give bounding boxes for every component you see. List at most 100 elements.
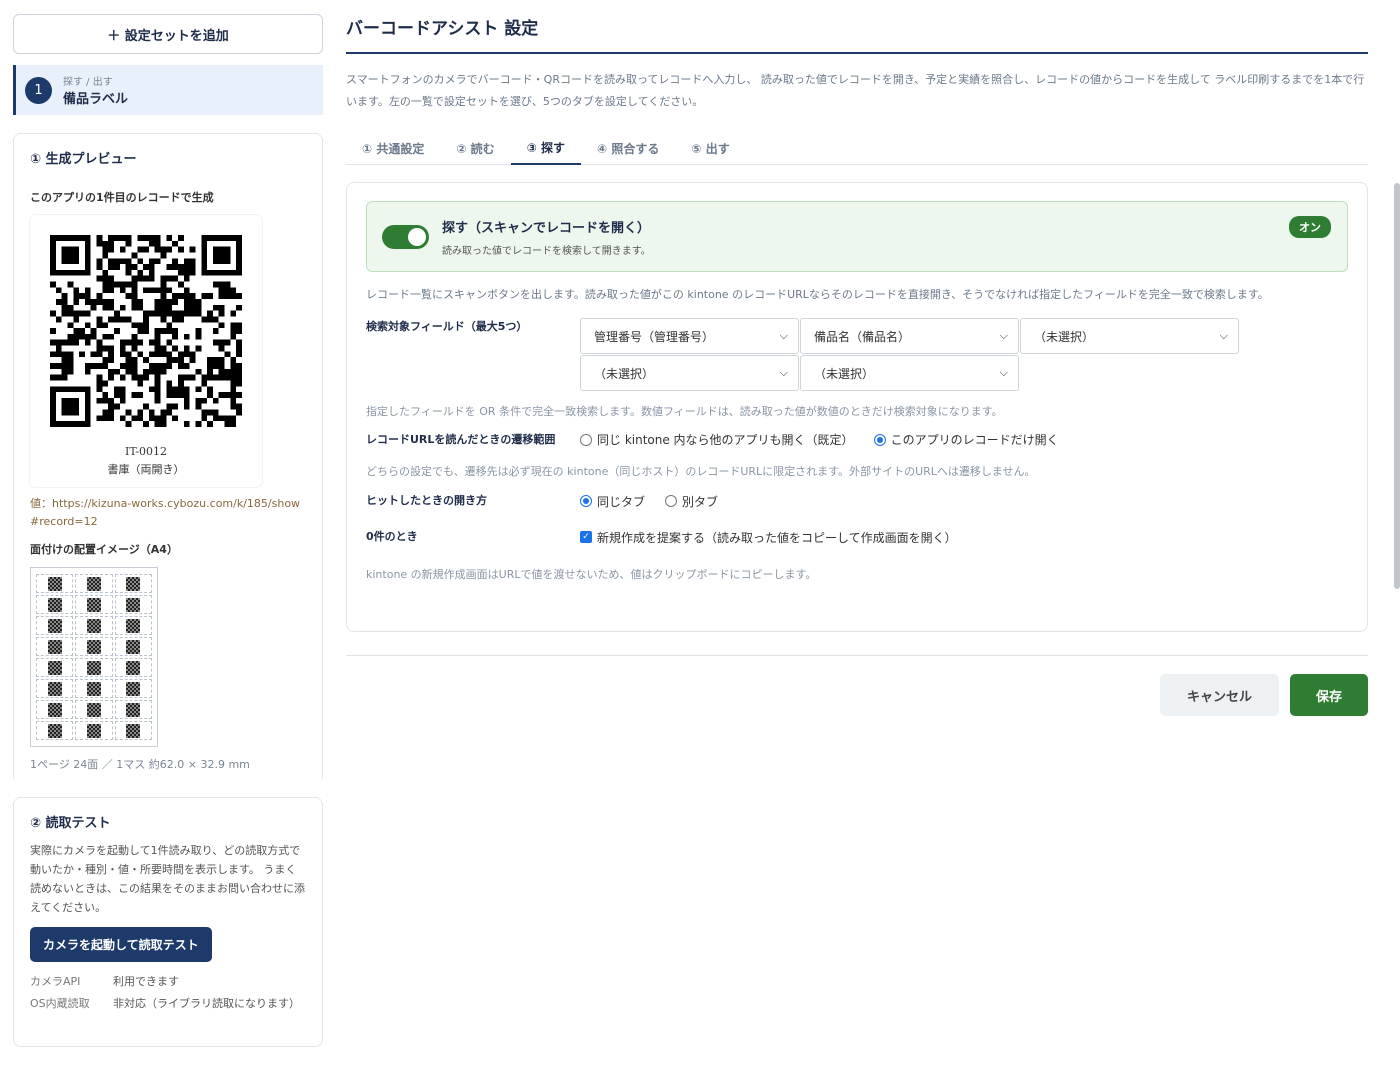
set-item-1[interactable]: 1 探す / 出す 備品ラベル — [13, 65, 323, 115]
sheet-cell — [114, 658, 152, 677]
preview-source-label: このアプリの1件目のレコードで生成 — [30, 191, 214, 204]
search-field-selects: 管理番号（管理番号） ⌵ 備品名（備品名） ⌵ （未選択） ⌵ （未選択） ⌵ （未選択… — [580, 318, 1240, 391]
chevron-down-icon: ⌵ — [779, 366, 788, 379]
sheet-cell — [36, 679, 74, 698]
sheet-cell — [36, 574, 74, 593]
search-field-select-1[interactable]: 管理番号（管理番号） ⌵ — [580, 318, 799, 354]
save-button[interactable]: 保存 — [1290, 674, 1368, 716]
radio-button[interactable] — [580, 495, 592, 507]
select-value: 備品名（備品名） — [814, 329, 911, 344]
mini-qr-icon — [86, 576, 101, 591]
mini-qr-icon — [47, 723, 62, 738]
radio-label: 同じ kintone 内なら他のアプリも開く（既定） — [597, 433, 854, 447]
sheet-cell — [114, 595, 152, 614]
sheet-cell — [75, 637, 113, 656]
checkbox-label: 新規作成を提案する（読み取った値をコピーして作成画面を開く） — [597, 530, 957, 545]
toggle-knob — [408, 227, 426, 246]
url-scope-option-all[interactable]: 同じ kintone 内なら他のアプリも開く（既定） — [580, 431, 854, 448]
set-sub-label: 探す / 出す — [63, 77, 113, 88]
sheet-cell — [75, 658, 113, 677]
qr-item-name: 書庫（両開き） — [107, 463, 185, 476]
sheet-cell — [114, 637, 152, 656]
open-mode-new-tab[interactable]: 別タブ — [665, 493, 718, 510]
radio-label: このアプリのレコードだけ開く — [890, 433, 1059, 447]
feature-sub: 読み取った値でレコードを検索して開きます。 — [442, 245, 651, 257]
sheet-cell — [36, 658, 74, 677]
search-field-select-3[interactable]: （未選択） ⌵ — [1020, 318, 1239, 354]
select-value: （未選択） — [1034, 329, 1095, 344]
sheet-cell — [75, 721, 113, 740]
sheet-cell — [75, 700, 113, 719]
mini-qr-icon — [126, 597, 141, 612]
check-icon[interactable]: ✓ — [580, 531, 592, 543]
set-number: 1 — [25, 76, 52, 104]
mini-qr-icon — [47, 681, 62, 696]
open-mode-label: ヒットしたときの開き方 — [366, 494, 487, 507]
mini-qr-icon — [126, 660, 141, 675]
tab-read[interactable]: ② 読む — [440, 131, 510, 165]
search-field-select-4[interactable]: （未選択） ⌵ — [580, 355, 799, 391]
tab-search[interactable]: ③ 探す — [510, 131, 582, 165]
sheet-cell — [114, 721, 152, 740]
open-mode-same-tab[interactable]: 同じタブ — [580, 493, 645, 510]
mini-qr-icon — [47, 702, 62, 717]
radio-label: 別タブ — [682, 494, 719, 509]
set-name: 備品ラベル — [63, 92, 129, 107]
search-field-select-2[interactable]: 備品名（備品名） ⌵ — [800, 318, 1019, 354]
mini-qr-icon — [86, 597, 101, 612]
tab-match[interactable]: ④ 照合する — [581, 131, 675, 165]
mini-qr-icon — [47, 576, 62, 591]
radio-label: 同じタブ — [597, 494, 646, 509]
feature-title: 探す（スキャンでレコードを開く） — [442, 220, 651, 236]
search-field-select-5[interactable]: （未選択） ⌵ — [800, 355, 1019, 391]
add-set-button[interactable]: ＋ 設定セットを追加 — [13, 14, 323, 54]
sidebar: ＋ 設定セットを追加 1 探す / 出す 備品ラベル ① 生成プレビュー このア… — [13, 14, 323, 1047]
cancel-button[interactable]: キャンセル — [1160, 674, 1279, 716]
footer-actions: キャンセル 保存 — [346, 674, 1368, 716]
qr-code-text: IT-0012 — [125, 445, 167, 458]
sheet-cell — [114, 700, 152, 719]
sheet-cell — [75, 595, 113, 614]
select-value: （未選択） — [594, 366, 655, 381]
radio-button[interactable] — [873, 433, 886, 446]
mini-qr-icon — [126, 618, 141, 633]
tab-common[interactable]: ① 共通設定 — [346, 131, 440, 165]
mini-qr-icon — [126, 702, 141, 717]
mini-qr-icon — [47, 639, 62, 654]
camera-api-value: 利用できます — [113, 975, 179, 988]
preview-panel: ① 生成プレビュー このアプリの1件目のレコードで生成 IT-0012 書庫（両… — [13, 133, 323, 779]
os-reader-key: OS内蔵読取 — [30, 997, 90, 1010]
mini-qr-icon — [47, 597, 62, 612]
tab-output[interactable]: ⑤ 出す — [675, 131, 745, 165]
mini-qr-icon — [86, 639, 101, 654]
qr-value: 値：https://kizuna-works.cybozu.com/k/185/… — [30, 497, 301, 528]
sheet-info: 1ページ 24面 ／ 1マス 約62.0 × 32.9 mm — [30, 758, 250, 771]
mini-qr-icon — [86, 618, 101, 633]
mini-qr-icon — [86, 681, 101, 696]
sheet-cell — [114, 679, 152, 698]
sheet-cell — [75, 574, 113, 593]
chevron-down-icon: ⌵ — [779, 329, 788, 342]
sheet-cell — [36, 616, 74, 635]
search-fields-label: 検索対象フィールド（最大5つ） — [366, 320, 528, 333]
sheet-cell — [36, 637, 74, 656]
camera-test-button[interactable]: カメラを起動して読取テスト — [30, 927, 212, 962]
divider — [346, 655, 1368, 656]
sheet-preview — [30, 567, 158, 747]
mini-qr-icon — [126, 576, 141, 591]
layout-label: 面付けの配置イメージ（A4） — [30, 543, 178, 556]
search-fields-hint: 指定したフィールドを OR 条件で完全一致検索します。数値フィールドは、読み取っ… — [366, 405, 1003, 418]
radio-button[interactable] — [665, 495, 678, 507]
zero-hit-row: 0件のとき ✓ 新規作成を提案する（読み取った値をコピーして作成画面を開く） — [366, 528, 1348, 546]
read-test-title: ② 読取テスト — [30, 816, 111, 831]
url-scope-option-this-app[interactable]: このアプリのレコードだけ開く — [873, 431, 1059, 448]
scrollbar-thumb[interactable] — [1394, 183, 1400, 589]
mini-qr-icon — [86, 702, 101, 717]
mini-qr-icon — [47, 618, 62, 633]
zero-hit-checkbox-field[interactable]: ✓ 新規作成を提案する（読み取った値をコピーして作成画面を開く） — [580, 529, 957, 546]
main-content: バーコードアシスト 設定 スマートフォンのカメラでバーコード・QRコードを読み取… — [346, 0, 1368, 716]
feature-toggle[interactable] — [382, 224, 429, 249]
radio-button[interactable] — [580, 433, 592, 446]
sheet-cell — [114, 574, 152, 593]
chevron-down-icon: ⌵ — [1219, 329, 1228, 342]
